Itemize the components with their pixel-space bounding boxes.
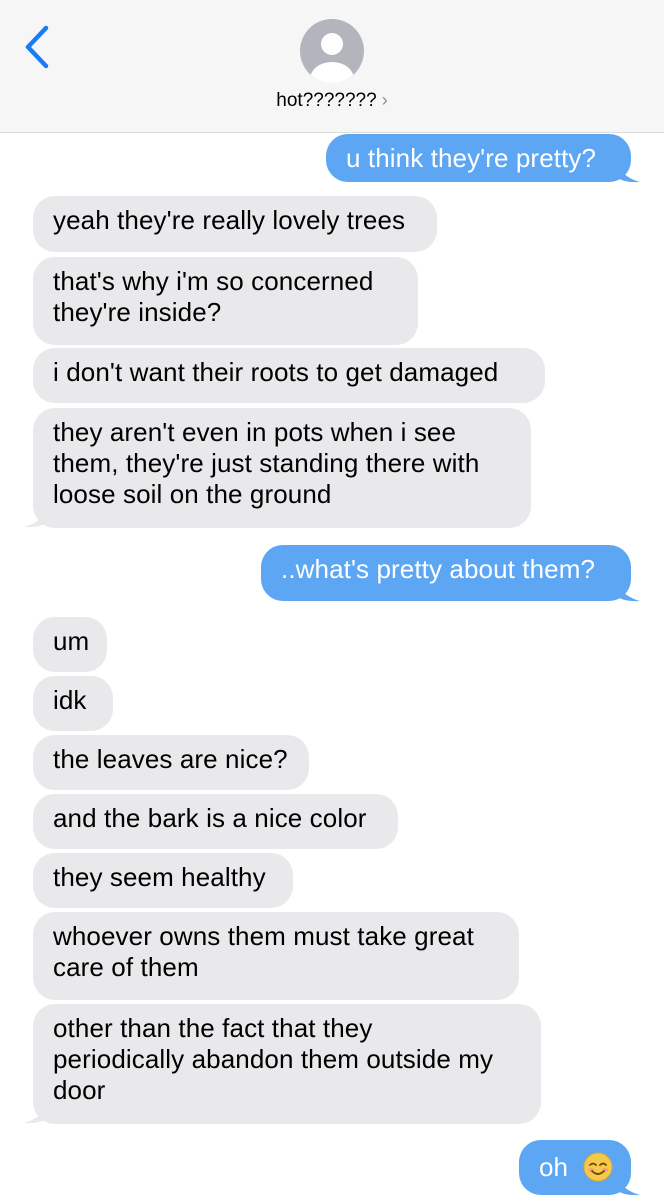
message-text: and the bark is a nice color [53, 803, 367, 833]
received-message-bubble[interactable]: they aren't even in pots when i see them… [33, 408, 531, 528]
bubble-tail [616, 1176, 640, 1196]
received-message-bubble[interactable]: whoever owns them must take great care o… [33, 912, 519, 1000]
message-text-line: whoever owns them must take great [53, 921, 474, 951]
bubble-tail [24, 508, 48, 528]
received-message-bubble[interactable]: the leaves are nice? [33, 735, 309, 790]
received-message-bubble[interactable]: and the bark is a nice color [33, 794, 398, 849]
bubble-tail [616, 582, 640, 602]
sent-message-bubble[interactable]: u think they're pretty? [326, 134, 631, 182]
message-text-line: door [53, 1075, 106, 1105]
contact-avatar[interactable] [300, 19, 364, 83]
message-text-line: loose soil on the ground [53, 479, 332, 509]
message-text: idk [53, 685, 87, 715]
message-text: oh [539, 1152, 569, 1182]
received-message-bubble[interactable]: yeah they're really lovely trees [33, 196, 437, 252]
smiling-face-icon [583, 1152, 613, 1182]
contact-name: hot??????? [276, 90, 377, 111]
message-text-line: they're inside? [53, 297, 222, 327]
message-text-line: them, they're just standing there with [53, 448, 480, 478]
chevron-right-icon: › [381, 90, 388, 110]
received-message-bubble[interactable]: that's why i'm so concerned they're insi… [33, 257, 418, 345]
received-message-bubble[interactable]: they seem healthy [33, 853, 293, 908]
received-message-bubble[interactable]: other than the fact that they periodical… [33, 1004, 541, 1124]
message-text: they seem healthy [53, 862, 266, 892]
received-message-bubble[interactable]: idk [33, 676, 113, 731]
message-text: ..what's pretty about them? [281, 554, 596, 584]
message-text: i don't want their roots to get damaged [53, 357, 499, 387]
message-text-line: they aren't even in pots when i see [53, 417, 457, 447]
message-text: yeah they're really lovely trees [53, 205, 406, 235]
sent-message-bubble[interactable]: oh [519, 1140, 631, 1195]
bubble-tail [616, 163, 640, 183]
contact-name-button[interactable]: hot??????? › [0, 90, 664, 112]
message-text-line: periodically abandon them outside my [53, 1044, 494, 1074]
person-silhouette-icon [310, 33, 354, 83]
received-message-bubble[interactable]: um [33, 617, 107, 672]
message-text: u think they're pretty? [346, 143, 597, 173]
message-text-line: care of them [53, 952, 199, 982]
sent-message-bubble[interactable]: ..what's pretty about them? [261, 545, 631, 601]
conversation-header: hot??????? › [0, 0, 664, 133]
bubble-tail [24, 1104, 48, 1124]
message-text: the leaves are nice? [53, 744, 288, 774]
message-text-line: that's why i'm so concerned [53, 266, 374, 296]
message-text: um [53, 626, 90, 656]
back-button[interactable] [20, 22, 60, 74]
message-text-line: other than the fact that they [53, 1013, 373, 1043]
chevron-left-icon [25, 25, 49, 69]
received-message-bubble[interactable]: i don't want their roots to get damaged [33, 348, 545, 403]
